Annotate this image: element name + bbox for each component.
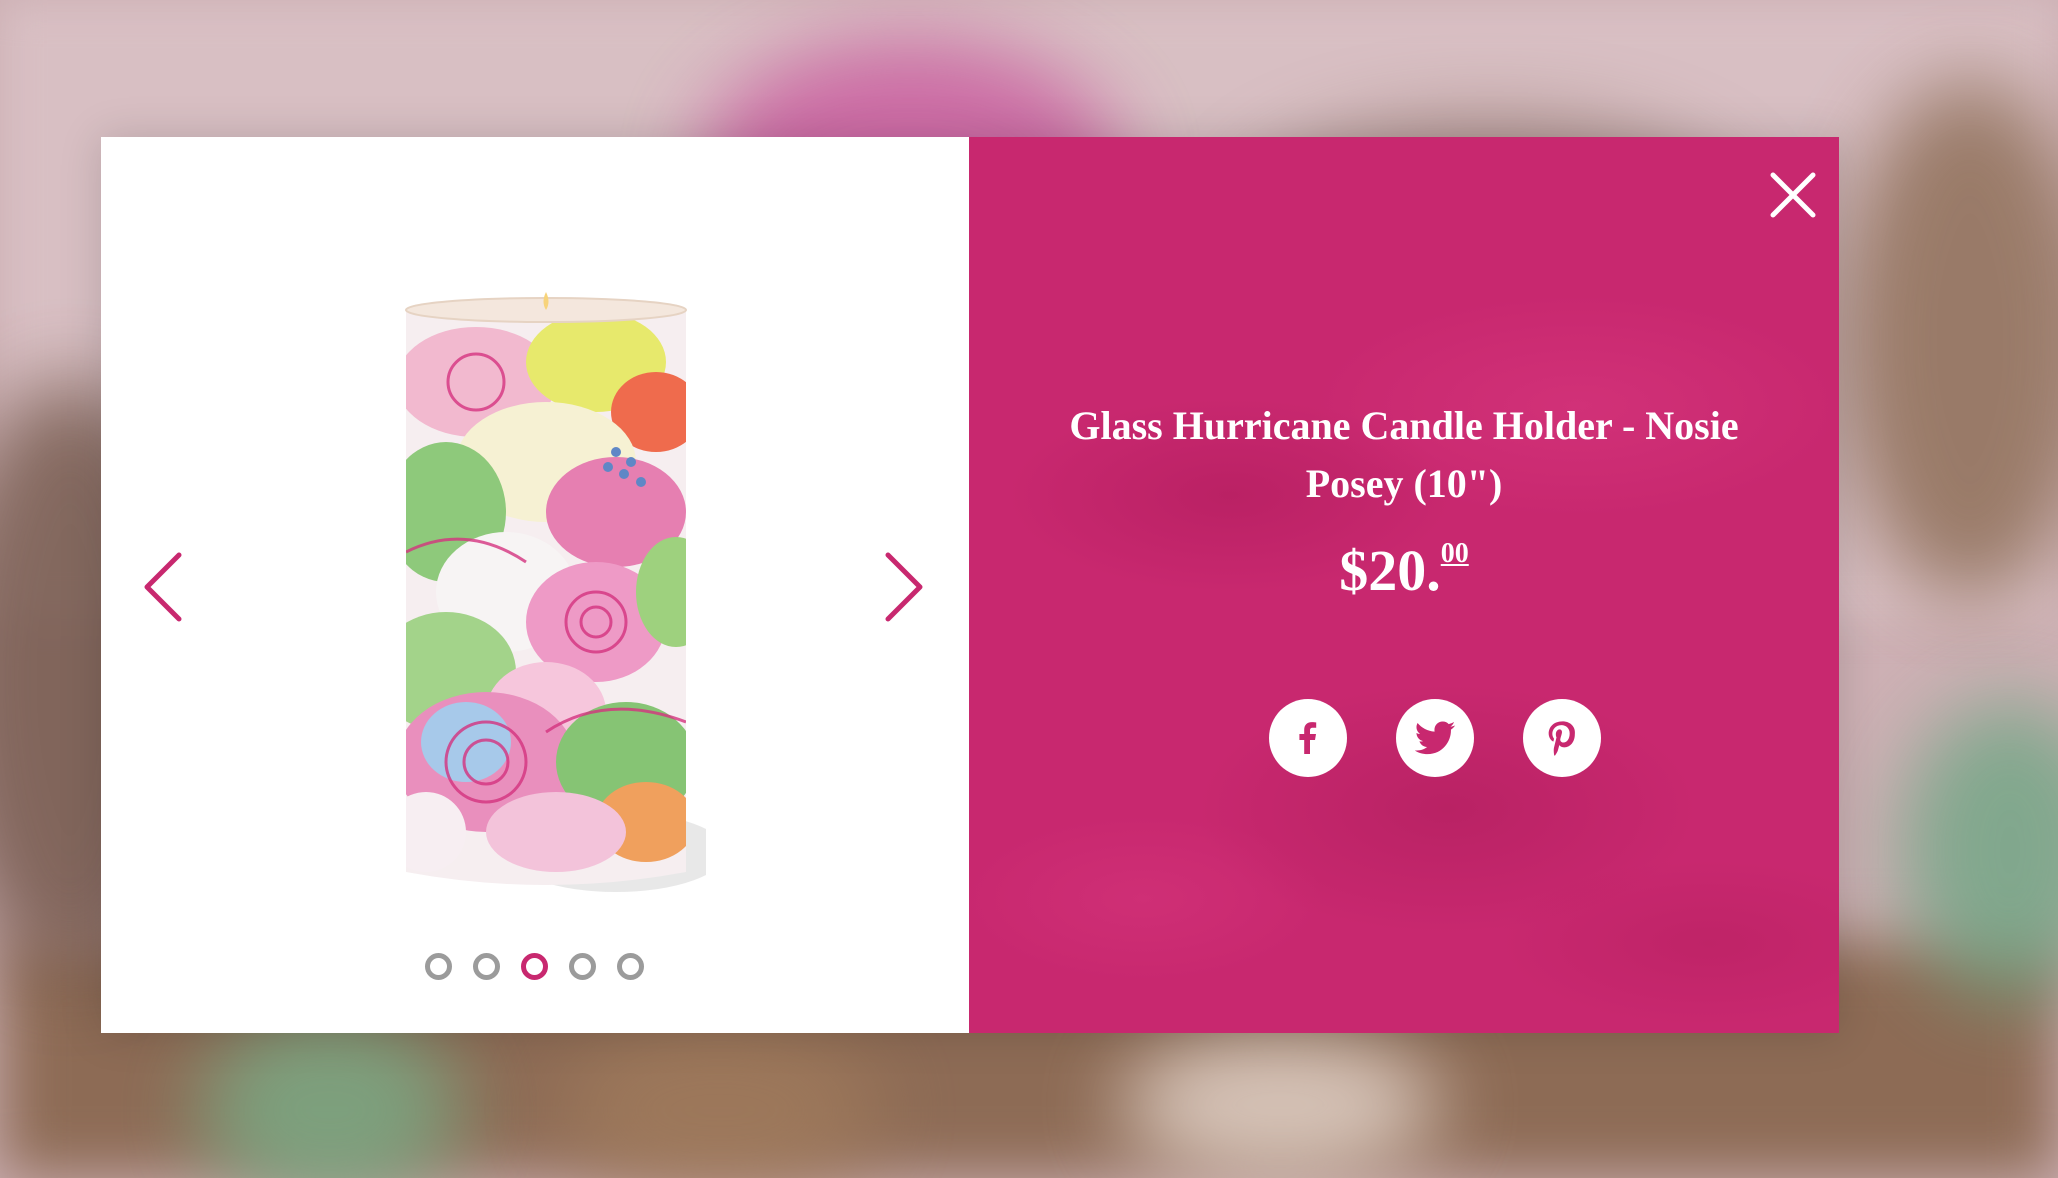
image-gallery	[101, 137, 969, 1033]
product-title: Glass Hurricane Candle Holder - Nosie Po…	[1069, 403, 1739, 506]
price-dollars: $20.	[1339, 538, 1441, 603]
facebook-share-button[interactable]	[1269, 699, 1347, 777]
twitter-icon	[1414, 721, 1456, 755]
close-button[interactable]	[1765, 167, 1821, 223]
chevron-left-icon	[144, 552, 182, 622]
pinterest-share-button[interactable]	[1523, 699, 1601, 777]
next-image-button[interactable]	[866, 537, 936, 637]
product-details-panel: Glass Hurricane Candle Holder - Nosie Po…	[969, 137, 1839, 1033]
product-quickview-modal: Glass Hurricane Candle Holder - Nosie Po…	[101, 137, 1839, 1033]
twitter-share-button[interactable]	[1396, 699, 1474, 777]
gallery-dot-5[interactable]	[617, 953, 644, 980]
price-cents: 00	[1440, 538, 1469, 569]
gallery-dot-3[interactable]	[521, 953, 548, 980]
gallery-dot-4[interactable]	[569, 953, 596, 980]
gallery-dot-1[interactable]	[425, 953, 452, 980]
product-image	[405, 292, 706, 892]
close-icon	[1770, 172, 1816, 218]
chevron-right-icon	[885, 552, 923, 622]
facebook-icon	[1299, 722, 1317, 754]
previous-image-button[interactable]	[131, 537, 201, 637]
product-price: $20.00	[969, 537, 1839, 604]
gallery-dot-2[interactable]	[473, 953, 500, 980]
pinterest-icon	[1548, 721, 1575, 756]
